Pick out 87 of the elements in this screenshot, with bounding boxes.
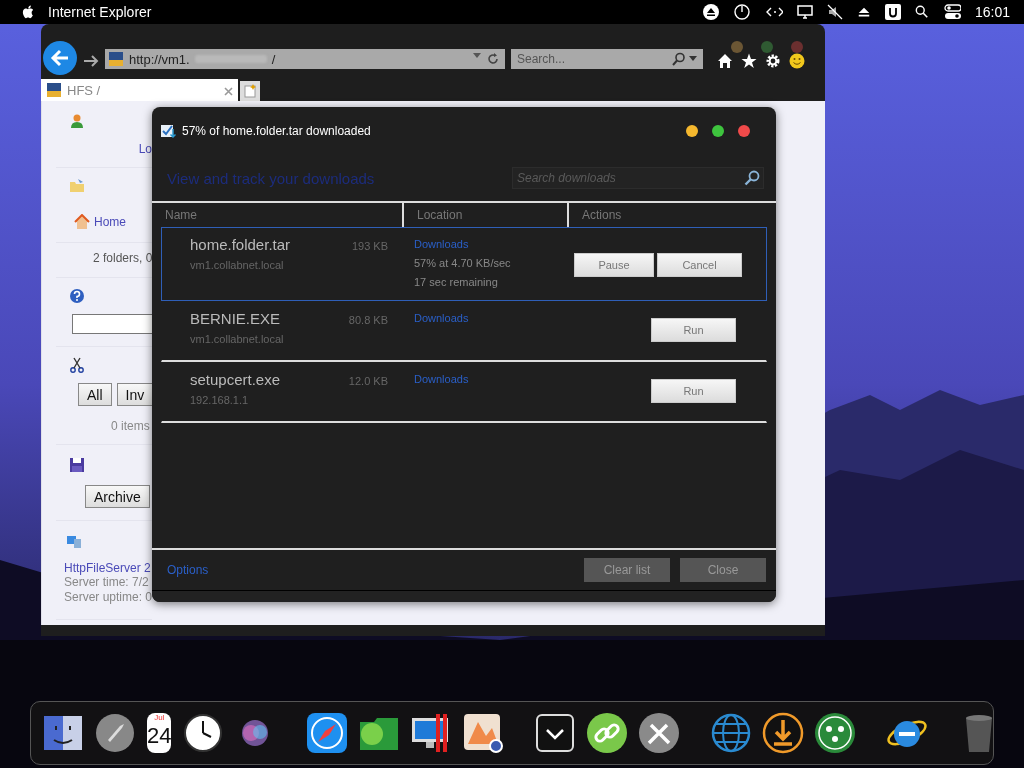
site-icon <box>108 51 124 67</box>
location-link[interactable]: Downloads <box>414 238 574 250</box>
search-icon[interactable] <box>744 170 760 186</box>
clock[interactable]: 16:01 <box>974 4 1010 20</box>
dialog-heading: View and track your downloads <box>167 169 375 187</box>
compass-icon[interactable] <box>306 712 349 754</box>
zoom-button[interactable] <box>712 125 724 137</box>
chevron-icon[interactable] <box>534 712 577 754</box>
download-row[interactable]: BERNIE.EXE 80.8 KB vm1.collabnet.local Downloads Run <box>161 301 767 362</box>
action-button[interactable]: Cancel <box>657 253 742 277</box>
forward-icon[interactable] <box>83 53 99 69</box>
globe-icon[interactable] <box>710 712 753 754</box>
photos-icon[interactable] <box>462 712 505 754</box>
action-button[interactable]: Run <box>651 379 736 403</box>
server-time: Server time: 7/2 <box>64 575 150 590</box>
apple-icon[interactable] <box>22 4 36 20</box>
dropdown-icon[interactable] <box>473 53 481 59</box>
back-arrow-icon <box>50 49 70 67</box>
download-row[interactable]: setupcert.exe 12.0 KB 192.168.1.1 Downloads Run <box>161 362 767 423</box>
clock-icon[interactable] <box>182 712 225 754</box>
help-icon <box>69 288 85 304</box>
action-button[interactable]: Run <box>651 318 736 342</box>
select-button[interactable]: All <box>78 383 112 406</box>
filter-field[interactable] <box>72 314 152 334</box>
select-button[interactable]: Inv <box>116 383 152 406</box>
star-icon[interactable] <box>741 53 757 69</box>
link-icon[interactable] <box>586 712 629 754</box>
download-row[interactable]: home.folder.tar 193 KB vm1.collabnet.local Downloads 57% at 4.70 KB/sec 17 sec remaining Pause Cancel <box>161 227 767 301</box>
smiley-icon[interactable] <box>789 53 805 69</box>
folder-icon <box>69 178 85 194</box>
file-source: vm1.collabnet.local <box>190 333 285 345</box>
home-link[interactable]: Home <box>94 215 126 229</box>
server-uptime: Server uptime: 0 <box>64 590 152 605</box>
column-header[interactable]: Location <box>402 203 567 227</box>
site-icon <box>46 82 62 98</box>
selection-count: 0 items <box>111 419 150 433</box>
muted-speaker-icon[interactable] <box>826 4 843 20</box>
close-button[interactable] <box>738 125 750 137</box>
floppy-icon <box>69 457 85 473</box>
browser-tab[interactable]: HFS / <box>41 79 238 101</box>
search-icon[interactable] <box>914 4 929 20</box>
options-link[interactable]: Options <box>167 563 209 577</box>
folder-summary: 2 folders, 0 <box>93 251 152 265</box>
login-link[interactable]: Lo <box>138 142 152 156</box>
back-button[interactable] <box>43 41 77 75</box>
file-size: 193 KB <box>351 240 388 252</box>
location-link[interactable]: Downloads <box>414 373 574 385</box>
file-name: setupcert.exe <box>190 371 281 388</box>
monitor-icon[interactable] <box>796 4 813 20</box>
file-source: vm1.collabnet.local <box>190 259 285 271</box>
home-icon <box>74 214 90 230</box>
tools-icon[interactable] <box>638 712 681 754</box>
file-size: 12.0 KB <box>348 375 388 387</box>
server-link[interactable]: HttpFileServer 2 <box>64 561 152 575</box>
network-icon <box>66 533 82 549</box>
file-source: 192.168.1.1 <box>190 394 250 406</box>
app-name[interactable]: Internet Explorer <box>48 4 152 20</box>
dialog-title: 57% of home.folder.tar downloaded <box>182 124 371 138</box>
close-icon[interactable] <box>224 86 233 96</box>
eject-icon[interactable] <box>702 4 719 20</box>
footer-button[interactable]: Clear list <box>584 558 670 582</box>
address-field[interactable]: http://vm1. / <box>105 49 505 69</box>
minimize-button[interactable] <box>686 125 698 137</box>
location-link[interactable]: Downloads <box>414 312 574 324</box>
power-icon[interactable] <box>732 3 751 21</box>
action-button[interactable]: Pause <box>574 253 654 277</box>
search-field[interactable]: Search... <box>511 49 703 69</box>
scissors-icon <box>69 357 85 373</box>
letter-tile-icon[interactable] <box>884 4 901 20</box>
footer-button[interactable]: Close <box>680 558 766 582</box>
column-header[interactable]: Actions <box>567 203 776 227</box>
archive-button[interactable]: Archive <box>85 485 150 508</box>
home-icon[interactable] <box>717 53 733 69</box>
file-name: BERNIE.EXE <box>190 310 281 327</box>
user-icon <box>69 113 85 129</box>
download-icon[interactable] <box>762 712 805 754</box>
download-status: 17 sec remaining <box>414 276 499 288</box>
download-check-icon <box>160 123 176 139</box>
toggles-icon[interactable] <box>942 4 961 20</box>
file-name: home.folder.tar <box>190 236 291 253</box>
file-size: 80.8 KB <box>348 314 388 326</box>
settings-icon[interactable] <box>765 53 781 69</box>
column-header[interactable]: Name <box>152 203 402 227</box>
dropdown-icon[interactable] <box>689 56 697 62</box>
refresh-icon[interactable] <box>487 53 499 65</box>
download-status: 57% at 4.70 KB/sec <box>414 257 512 269</box>
calendar-icon[interactable]: Jul 24 <box>147 713 172 753</box>
